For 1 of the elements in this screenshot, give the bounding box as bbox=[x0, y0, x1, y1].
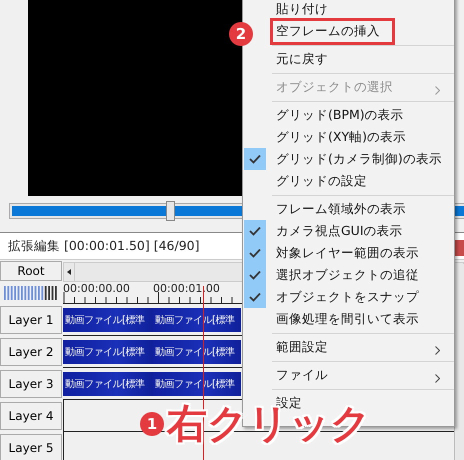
time-label: 00:00:00.00 bbox=[63, 282, 130, 295]
